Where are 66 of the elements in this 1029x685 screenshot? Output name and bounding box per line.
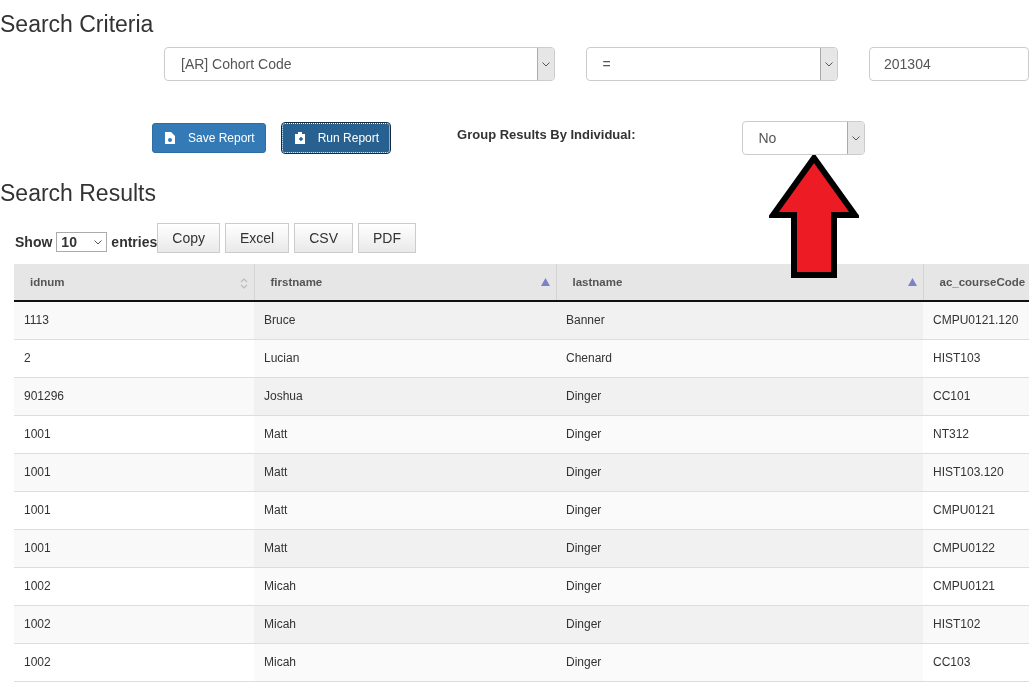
table-cell: Banner [556, 301, 923, 339]
table-cell: 2 [14, 339, 254, 377]
column-header[interactable]: idnum [14, 264, 254, 301]
table-cell: Bruce [254, 301, 556, 339]
table-cell: 1113 [14, 301, 254, 339]
table-cell: CC101 [923, 377, 1029, 415]
field-select[interactable]: [AR] Cohort Code [164, 47, 555, 81]
table-cell: Dinger [556, 453, 923, 491]
table-cell: Dinger [556, 377, 923, 415]
export-button[interactable]: Excel [224, 223, 290, 253]
entries-label: entries [111, 234, 158, 250]
table-cell: Dinger [556, 491, 923, 529]
table-cell: 901296 [14, 377, 254, 415]
table-cell: 1002 [14, 605, 254, 643]
column-header[interactable]: lastname [556, 264, 923, 301]
table-cell: Dinger [556, 415, 923, 453]
table-cell: CMPU0122 [923, 529, 1029, 567]
table-cell: CC103 [923, 643, 1029, 681]
export-button[interactable]: CSV [294, 223, 353, 253]
value-input[interactable]: 201304 [869, 47, 1029, 81]
operator-select[interactable]: = [585, 47, 838, 81]
save-report-button[interactable]: Save Report [152, 123, 266, 153]
table-cell: 1001 [14, 415, 254, 453]
clipboard-icon [294, 132, 305, 144]
table-cell: Joshua [254, 377, 556, 415]
table-cell: Matt [254, 415, 556, 453]
table-cell: Micah [254, 567, 556, 605]
caret-icon [94, 239, 103, 245]
table-cell: 1001 [14, 491, 254, 529]
column-header[interactable]: firstname [254, 264, 556, 301]
document-icon [165, 132, 175, 144]
table-cell: CMPU0121.120 [923, 301, 1029, 339]
table-cell: Micah [254, 643, 556, 681]
column-header[interactable]: ac_courseCode [923, 264, 1029, 301]
export-button[interactable]: Copy [157, 223, 220, 253]
caret-icon [851, 135, 860, 141]
page-size-select[interactable]: 10 [56, 232, 108, 252]
show-label: Show [15, 234, 53, 250]
table-cell: Lucian [254, 339, 556, 377]
table-cell: HIST102 [923, 605, 1029, 643]
table-cell: CMPU0121 [923, 491, 1029, 529]
table-cell: HIST103 [923, 339, 1029, 377]
table-cell: Dinger [556, 529, 923, 567]
table-cell: Chenard [556, 339, 923, 377]
table-cell: HIST103.120 [923, 453, 1029, 491]
table-cell: Dinger [556, 643, 923, 681]
table-cell: Micah [254, 605, 556, 643]
table-cell: 1002 [14, 643, 254, 681]
export-button[interactable]: PDF [358, 223, 416, 253]
table-cell: Matt [254, 529, 556, 567]
run-report-button[interactable]: Run Report [281, 123, 391, 153]
section-title: Search Criteria [0, 10, 155, 37]
table-cell: 1002 [14, 567, 254, 605]
group-results-select[interactable]: No [741, 121, 865, 155]
table-cell: 1001 [14, 529, 254, 567]
caret-icon [825, 61, 833, 67]
table-cell: Matt [254, 453, 556, 491]
table-cell: Dinger [556, 605, 923, 643]
table-cell: 1001 [14, 453, 254, 491]
table-cell: CMPU0121 [923, 567, 1029, 605]
table-cell: NT312 [923, 415, 1029, 453]
table-cell: Matt [254, 491, 556, 529]
caret-icon [541, 61, 550, 67]
table-cell: Dinger [556, 567, 923, 605]
group-results-label: Group Results By Individual: [457, 126, 636, 142]
section-title: Search Results [0, 180, 157, 206]
